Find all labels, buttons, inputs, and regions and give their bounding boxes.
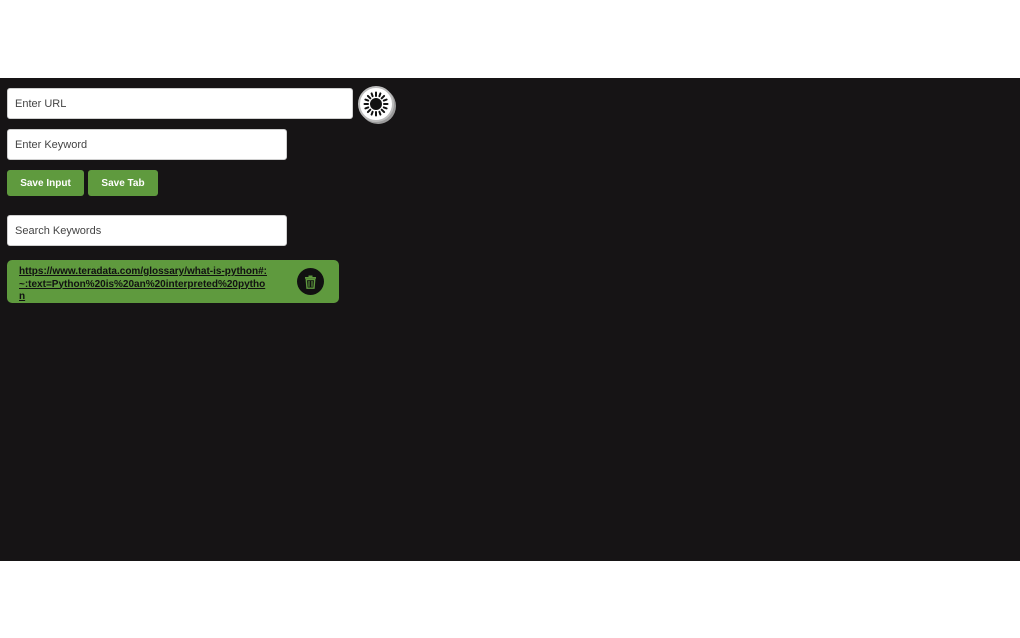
extension-panel: Save Input Save Tab https://www.teradata…: [0, 78, 1020, 561]
saved-link[interactable]: https://www.teradata.com/glossary/what-i…: [19, 266, 269, 302]
saved-link-scroll-area[interactable]: https://www.teradata.com/glossary/what-i…: [19, 266, 281, 302]
search-keywords-input[interactable]: [7, 215, 287, 246]
sun-icon: [363, 91, 389, 117]
keyword-input[interactable]: [7, 129, 287, 160]
saved-link-item: https://www.teradata.com/glossary/what-i…: [7, 260, 339, 303]
delete-link-button[interactable]: [297, 268, 324, 295]
url-input[interactable]: [7, 88, 353, 119]
theme-toggle-button[interactable]: [358, 86, 394, 122]
trash-icon: [305, 275, 316, 289]
save-input-button[interactable]: Save Input: [7, 170, 84, 196]
save-tab-button[interactable]: Save Tab: [88, 170, 158, 196]
